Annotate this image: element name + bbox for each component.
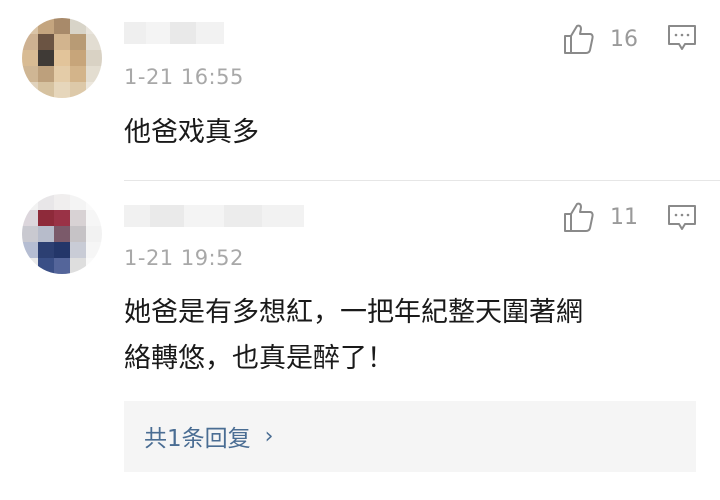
like-button[interactable]: 16 (562, 22, 638, 56)
like-button[interactable]: 11 (562, 200, 638, 234)
reply-count-label: 共1条回复 (144, 426, 251, 452)
comment-text-line: 絡轉悠，也真是醉了！ (124, 343, 394, 374)
username-redacted[interactable] (124, 22, 224, 44)
username-redacted[interactable] (124, 205, 304, 227)
like-count: 11 (610, 204, 638, 230)
comment-text: 他爸戏真多 (124, 117, 259, 148)
comment-reply-icon[interactable] (667, 23, 697, 53)
thumbs-up-icon (564, 202, 594, 232)
chevron-right-icon: › (264, 423, 274, 449)
view-replies-link[interactable]: 共1条回复 › (144, 419, 273, 453)
comment-item: 1-21 19:52 11 她爸是有多想紅，一把年紀整天圍著網 絡轉悠，也真是醉… (0, 181, 720, 500)
comment-reply-icon[interactable] (667, 203, 697, 233)
thumbs-up-icon (564, 24, 594, 54)
comment-text-line: 她爸是有多想紅，一把年紀整天圍著網 (124, 297, 583, 328)
comment-timestamp: 1-21 19:52 (124, 246, 244, 270)
comment-timestamp: 1-21 16:55 (124, 65, 244, 89)
avatar[interactable] (22, 18, 102, 98)
like-count: 16 (610, 26, 638, 52)
replies-panel: 共1条回复 › (124, 401, 696, 472)
avatar[interactable] (22, 194, 102, 274)
comment-text: 她爸是有多想紅，一把年紀整天圍著網 絡轉悠，也真是醉了！ (124, 290, 684, 382)
comment-item: 1-21 16:55 16 他爸戏真多 (0, 0, 720, 180)
